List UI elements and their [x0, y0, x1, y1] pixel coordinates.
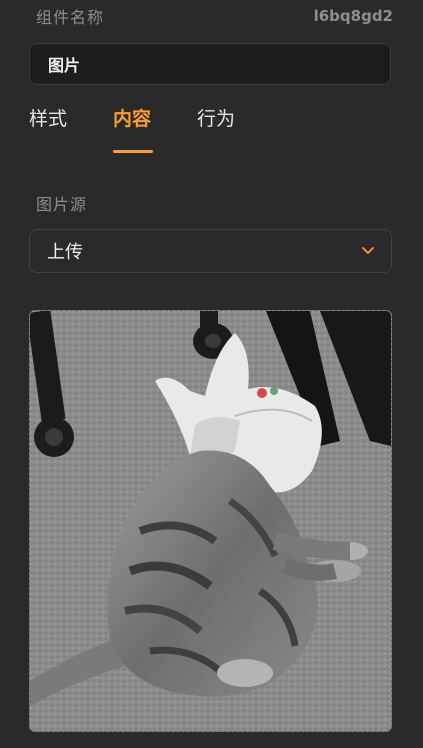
component-name-input[interactable]: 图片 [29, 43, 391, 85]
image-source-value: 上传 [47, 242, 83, 263]
cat-photo [30, 311, 391, 731]
chevron-down-icon [361, 244, 375, 258]
component-name-header: 组件名称 l6bq8gd2 [36, 4, 393, 28]
image-source-label: 图片源 [36, 195, 88, 214]
image-source-select[interactable]: 上传 [29, 229, 392, 273]
component-name-value: 图片 [48, 56, 81, 75]
component-id: l6bq8gd2 [313, 7, 393, 25]
tab-content[interactable]: 内容 [113, 104, 151, 131]
active-tab-indicator [113, 150, 153, 153]
tab-style[interactable]: 样式 [29, 104, 67, 131]
image-preview[interactable] [29, 310, 392, 732]
component-name-label: 组件名称 [36, 8, 105, 27]
tab-behavior[interactable]: 行为 [197, 104, 235, 131]
tab-bar: 样式 内容 行为 [29, 104, 329, 154]
property-panel: 组件名称 l6bq8gd2 图片 样式 内容 行为 图片源 上传 [0, 0, 423, 748]
